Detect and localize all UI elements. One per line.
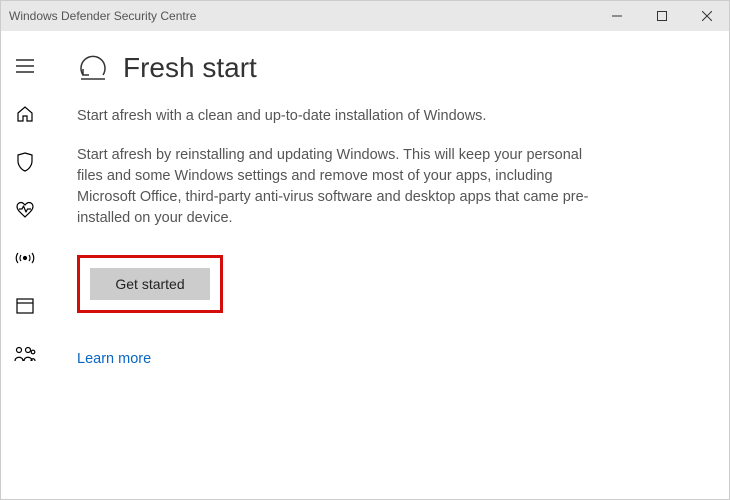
hamburger-icon[interactable] (14, 55, 36, 77)
maximize-button[interactable] (639, 1, 684, 31)
family-icon[interactable] (14, 343, 36, 365)
minimize-button[interactable] (594, 1, 639, 31)
heart-health-icon[interactable] (14, 199, 36, 221)
highlight-annotation: Get started (77, 255, 223, 313)
sidebar (1, 31, 49, 499)
get-started-button[interactable]: Get started (90, 268, 210, 300)
lead-text: Start afresh with a clean and up-to-date… (77, 106, 689, 127)
body: Fresh start Start afresh with a clean an… (1, 31, 729, 499)
app-window: Windows Defender Security Centre (0, 0, 730, 500)
page-header: Fresh start (77, 51, 689, 84)
description-text: Start afresh by reinstalling and updatin… (77, 145, 597, 229)
page-title: Fresh start (123, 52, 257, 84)
fresh-start-icon (77, 51, 109, 84)
shield-icon[interactable] (14, 151, 36, 173)
titlebar: Windows Defender Security Centre (1, 1, 729, 31)
app-browser-icon[interactable] (14, 295, 36, 317)
main-content: Fresh start Start afresh with a clean an… (49, 31, 729, 499)
window-title: Windows Defender Security Centre (9, 9, 594, 23)
home-icon[interactable] (14, 103, 36, 125)
network-firewall-icon[interactable] (14, 247, 36, 269)
learn-more-link[interactable]: Learn more (77, 351, 151, 367)
close-button[interactable] (684, 1, 729, 31)
